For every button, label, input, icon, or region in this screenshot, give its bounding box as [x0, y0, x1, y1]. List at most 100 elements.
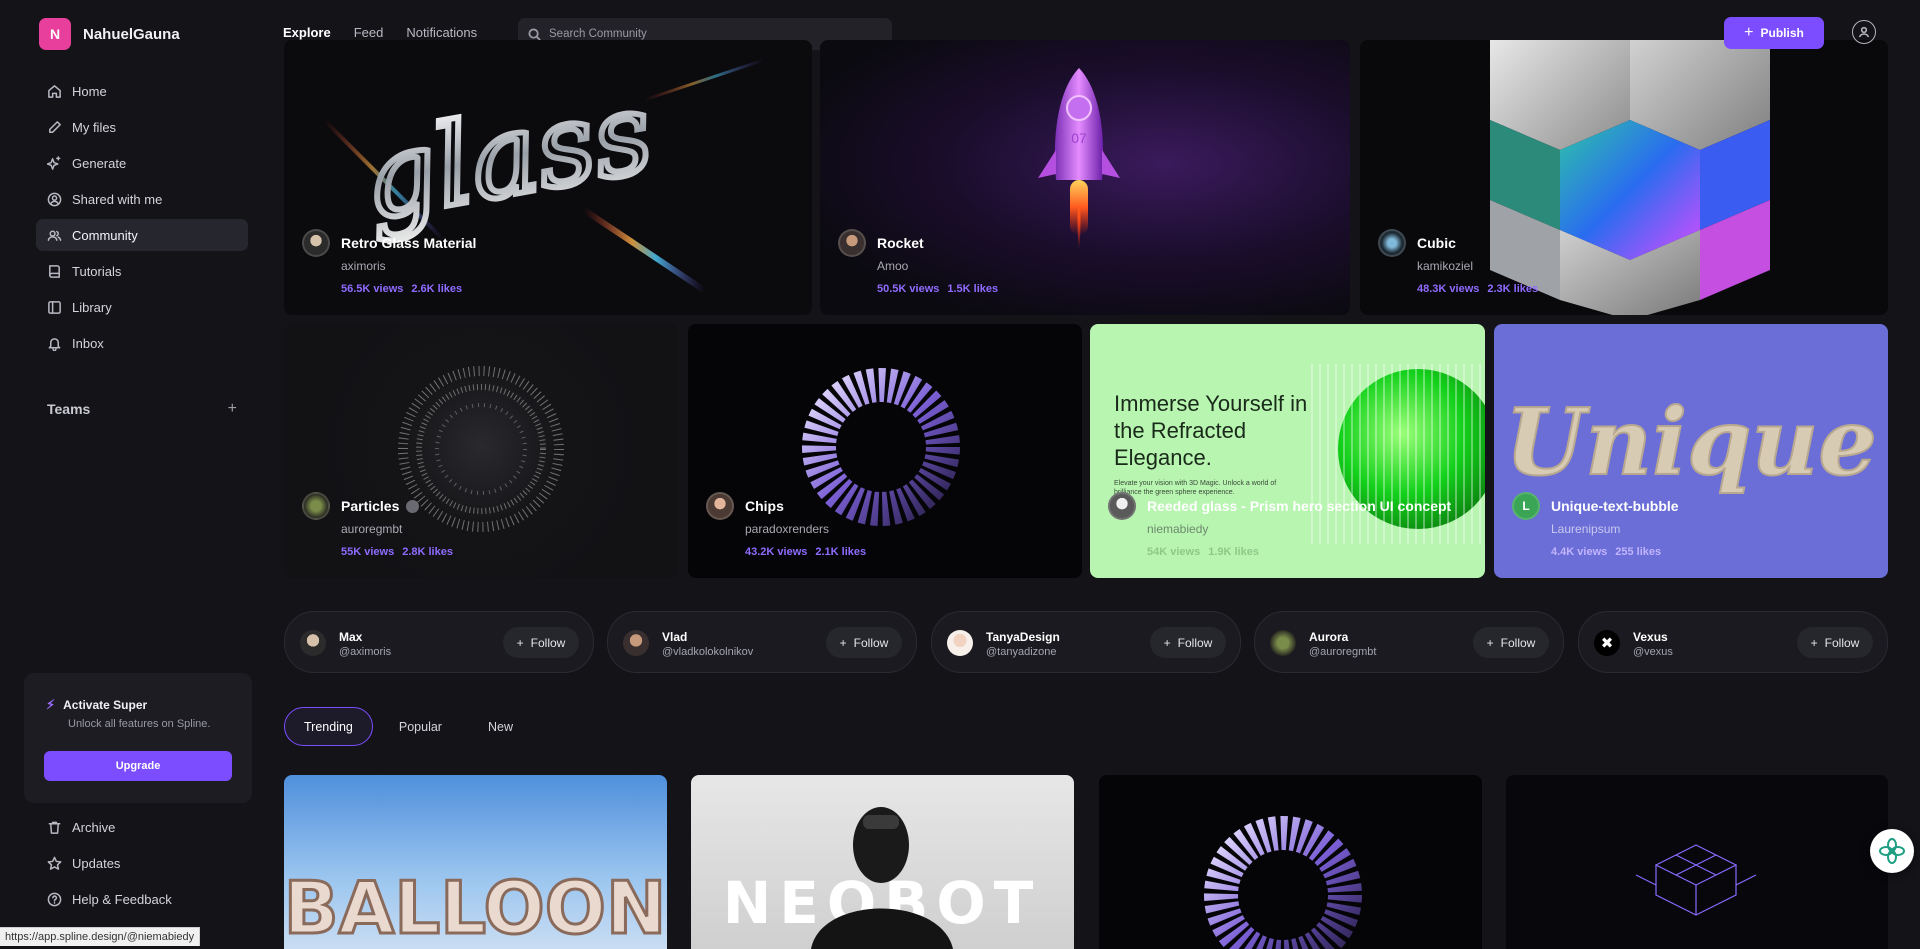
sidebar-item-label: Inbox: [72, 335, 104, 351]
card-author[interactable]: Amoo: [877, 259, 998, 273]
promo-title: Activate Super: [63, 698, 148, 712]
card-meta: Retro Glass Material aximoris 56.5K view…: [302, 229, 476, 295]
balloon-artwork: BALLOON: [284, 865, 667, 949]
project-card-isometric[interactable]: [1506, 775, 1888, 949]
avatar[interactable]: L: [1512, 492, 1540, 520]
project-card-particles[interactable]: Particles auroregmbt 55K views 2.8K likes: [284, 324, 678, 578]
follow-button[interactable]: + Follow: [826, 627, 902, 658]
publish-label: Publish: [1760, 26, 1804, 40]
project-card-retro-glass[interactable]: glass Retro Glass Material aximoris 56.5…: [284, 40, 812, 315]
creator-handle: @vexus: [1633, 646, 1673, 658]
card-stats: 43.2K views 2.1K likes: [745, 546, 866, 558]
sidebar-item-help[interactable]: Help & Feedback: [36, 883, 248, 915]
creator-card-vexus: ✖ Vexus @vexus + Follow: [1578, 611, 1888, 673]
tab-explore[interactable]: Explore: [283, 25, 331, 40]
sidebar-item-label: Shared with me: [72, 191, 163, 207]
likes-count: 1.5K likes: [947, 283, 999, 295]
card-author[interactable]: kamikoziel: [1417, 259, 1538, 273]
avatar[interactable]: ✖: [1594, 630, 1620, 656]
sidebar-item-library[interactable]: Library: [36, 291, 248, 323]
upgrade-button[interactable]: Upgrade: [44, 751, 232, 781]
plus-icon: +: [516, 635, 524, 650]
card-author[interactable]: Laurenipsum: [1551, 522, 1679, 536]
sidebar-item-my-files[interactable]: My files: [36, 111, 248, 143]
creator-name[interactable]: Vexus: [1633, 630, 1668, 644]
creator-name[interactable]: Vlad: [662, 630, 687, 644]
tab-notifications[interactable]: Notifications: [406, 25, 477, 40]
card-author[interactable]: niemabiedy: [1147, 522, 1451, 536]
sidebar-item-shared-with-me[interactable]: Shared with me: [36, 183, 248, 215]
avatar[interactable]: [947, 630, 973, 656]
tab-feed[interactable]: Feed: [354, 25, 384, 40]
sidebar-item-home[interactable]: Home: [36, 75, 248, 107]
sidebar: N NahuelGauna Home My files Generate Sha…: [0, 0, 262, 949]
follow-button[interactable]: + Follow: [1473, 627, 1549, 658]
card-title: Retro Glass Material: [341, 235, 477, 251]
project-card-chips-2[interactable]: [1099, 775, 1482, 949]
avatar[interactable]: [300, 630, 326, 656]
sidebar-item-label: Archive: [72, 819, 116, 835]
add-team-button[interactable]: +: [228, 400, 237, 418]
sidebar-item-updates[interactable]: Updates: [36, 847, 248, 879]
creator-name[interactable]: TanyaDesign: [986, 630, 1060, 644]
avatar[interactable]: [706, 492, 734, 520]
teams-label: Teams: [47, 401, 91, 417]
project-card-cubic[interactable]: Cubic kamikoziel 48.3K views 2.3K likes: [1360, 40, 1888, 315]
search-input[interactable]: [549, 28, 869, 40]
filter-new[interactable]: New: [468, 707, 533, 746]
spline-logo-icon[interactable]: [1870, 829, 1914, 873]
card-stats: 56.5K views 2.6K likes: [341, 283, 476, 295]
card-author[interactable]: auroregmbt: [341, 522, 453, 536]
card-author[interactable]: aximoris: [341, 259, 476, 273]
workspace-switcher[interactable]: N NahuelGauna: [39, 18, 180, 50]
filter-popular[interactable]: Popular: [379, 707, 462, 746]
isometric-artwork: [1635, 844, 1757, 916]
follow-label: Follow: [1824, 635, 1860, 650]
follow-button[interactable]: + Follow: [503, 627, 579, 658]
reeded-art-heading: Immerse Yourself in the Refracted Elegan…: [1114, 391, 1308, 470]
project-card-unique-text-bubble[interactable]: Unique L Unique-text-bubble Laurenipsum …: [1494, 324, 1888, 578]
sidebar-item-generate[interactable]: Generate: [36, 147, 248, 179]
project-card-rocket[interactable]: 07 Rocket Amoo 50.5K views 1.5K likes: [820, 40, 1350, 315]
follow-button[interactable]: + Follow: [1150, 627, 1226, 658]
balloon-art-text: BALLOON: [284, 866, 666, 949]
creator-name[interactable]: Max: [339, 630, 362, 644]
avatar[interactable]: [302, 229, 330, 257]
avatar[interactable]: [302, 492, 330, 520]
help-icon: [47, 892, 62, 906]
publish-button[interactable]: + Publish: [1724, 17, 1824, 49]
avatar[interactable]: [838, 229, 866, 257]
sidebar-item-inbox[interactable]: Inbox: [36, 327, 248, 359]
follow-button[interactable]: + Follow: [1797, 627, 1873, 658]
sidebar-item-label: Generate: [72, 155, 127, 171]
plus-icon: +: [1163, 635, 1171, 650]
sidebar-item-archive[interactable]: Archive: [36, 811, 248, 843]
sidebar-item-tutorials[interactable]: Tutorials: [36, 255, 248, 287]
follow-label: Follow: [1500, 635, 1536, 650]
card-title: Cubic: [1417, 235, 1456, 251]
user-menu-button[interactable]: [1852, 20, 1876, 44]
project-card-chips[interactable]: Chips paradoxrenders 43.2K views 2.1K lik…: [688, 324, 1082, 578]
lightning-icon: ⚡︎: [46, 697, 56, 712]
project-card-reeded-glass[interactable]: Immerse Yourself in the Refracted Elegan…: [1090, 324, 1485, 578]
creator-name[interactable]: Aurora: [1309, 630, 1348, 644]
glass-art-text: glass: [354, 67, 661, 245]
sidebar-bottom-nav: Archive Updates Help & Feedback: [36, 811, 248, 919]
users-icon: [47, 230, 62, 241]
sidebar-item-community[interactable]: Community: [36, 219, 248, 251]
card-meta: Particles auroregmbt 55K views 2.8K likes: [302, 492, 453, 558]
star-icon: [47, 856, 62, 870]
avatar[interactable]: [1108, 492, 1136, 520]
avatar[interactable]: [623, 630, 649, 656]
project-card-neobot[interactable]: NEOBOT: [691, 775, 1074, 949]
follow-label: Follow: [530, 635, 566, 650]
creator-card-vlad: Vlad @vladkolokolnikov + Follow: [607, 611, 917, 673]
creator-handle: @aximoris: [339, 646, 392, 658]
avatar[interactable]: [1378, 229, 1406, 257]
likes-count: 1.9K likes: [1208, 546, 1259, 558]
avatar[interactable]: [1270, 630, 1296, 656]
card-author[interactable]: paradoxrenders: [745, 522, 866, 536]
filter-trending[interactable]: Trending: [284, 707, 373, 746]
plus-icon: +: [839, 635, 847, 650]
project-card-balloon[interactable]: BALLOON: [284, 775, 667, 949]
